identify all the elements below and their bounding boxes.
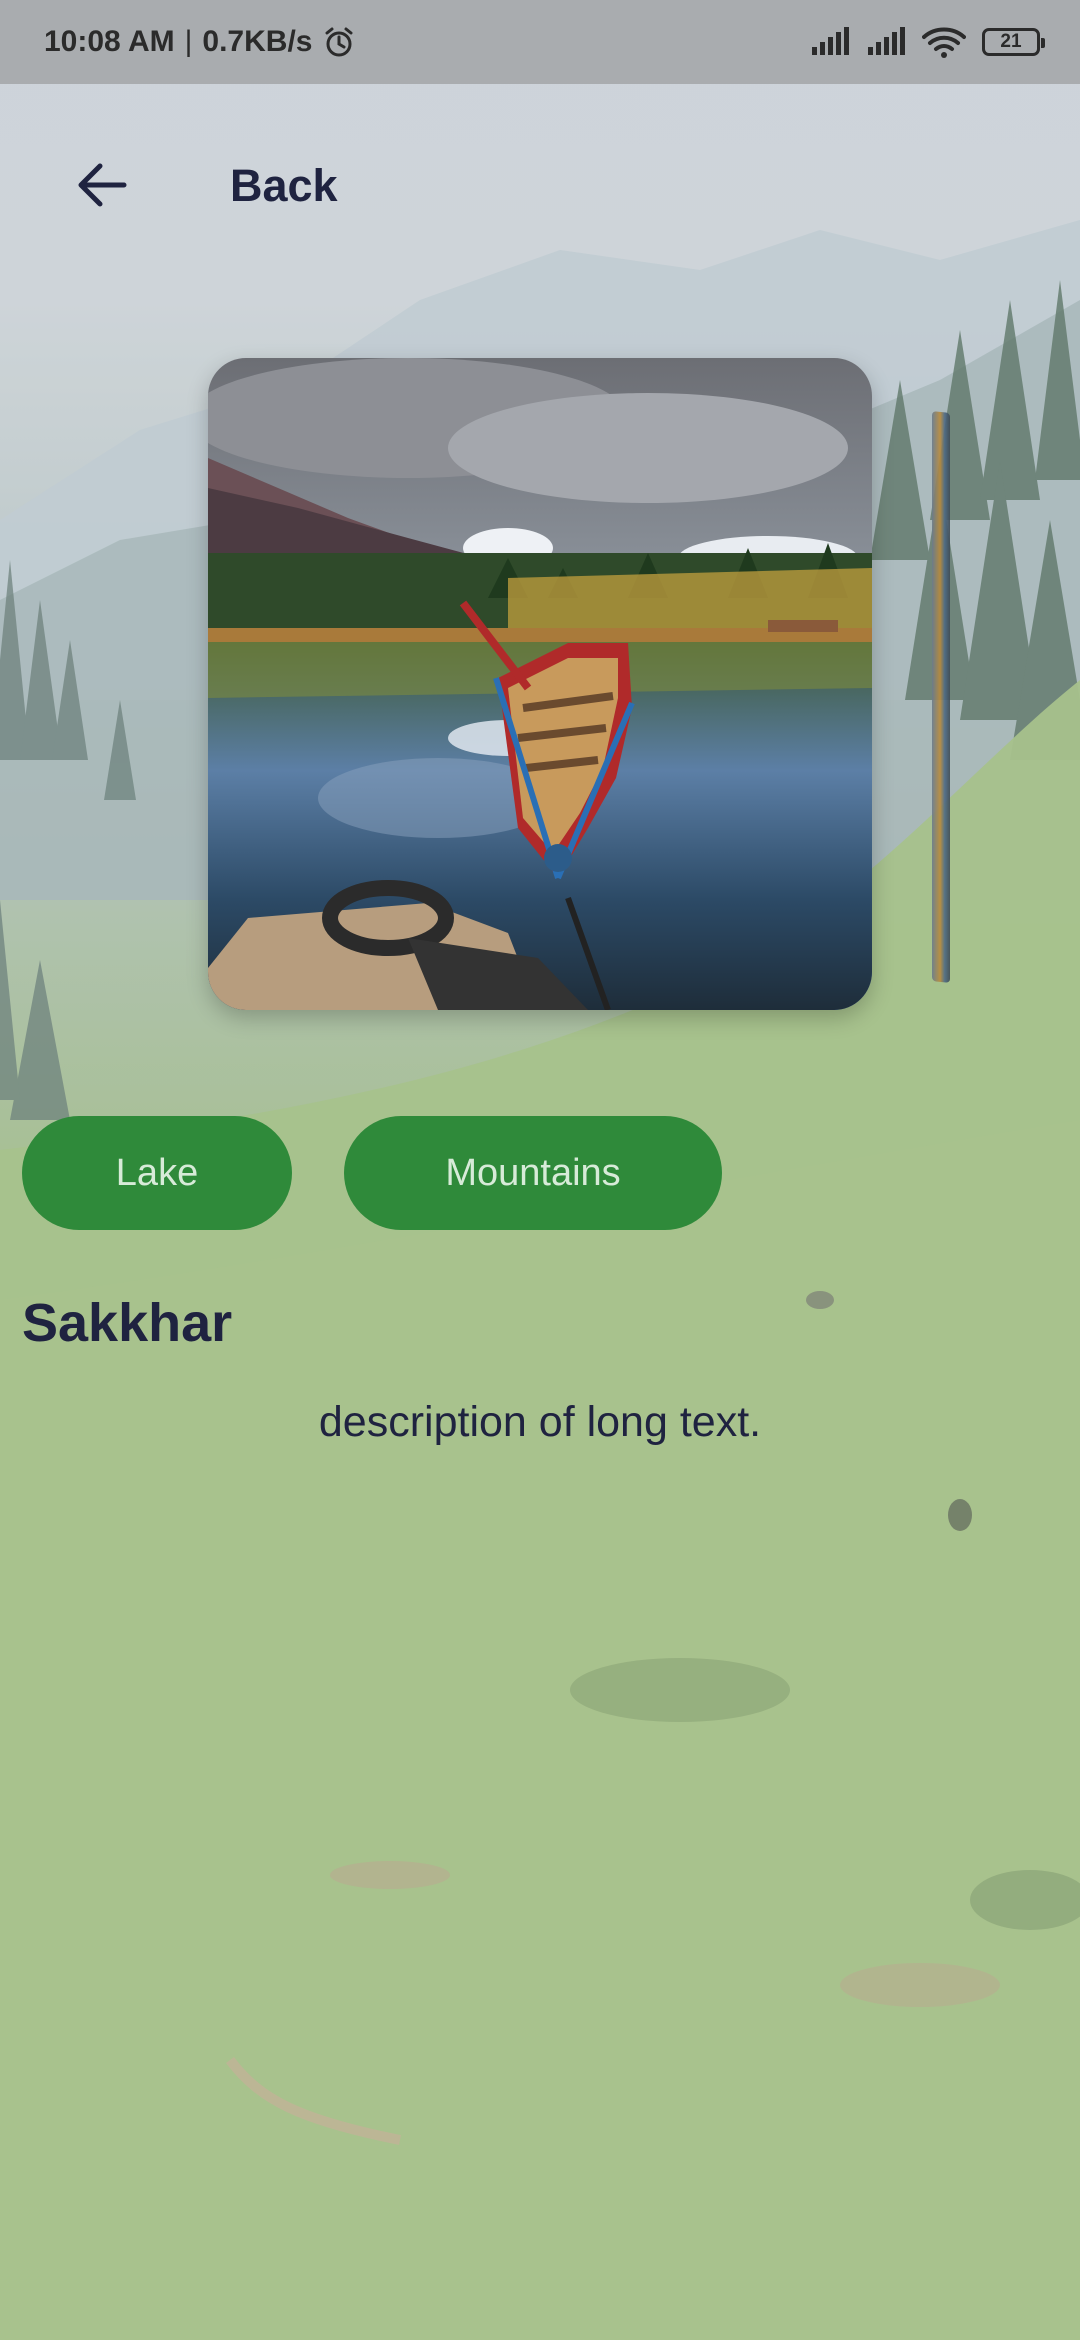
place-description: description of long text. (318, 1398, 762, 1446)
wifi-icon (922, 25, 966, 59)
lake-boat-photo (208, 358, 872, 1010)
place-image[interactable] (208, 358, 872, 1010)
back-button[interactable] (64, 152, 140, 218)
back-title[interactable]: Back (230, 160, 338, 212)
chip-mountains[interactable]: Mountains (344, 1116, 722, 1230)
header: Back (0, 140, 1080, 230)
chip-label: Mountains (445, 1151, 621, 1194)
status-separator: | (184, 25, 193, 58)
next-image-peek[interactable] (932, 411, 950, 983)
arrow-left-icon (76, 162, 128, 208)
chip-label: Lake (115, 1151, 199, 1194)
signal-icon (810, 27, 850, 57)
battery-level: 21 (1000, 31, 1022, 52)
place-title: Sakkhar (22, 1293, 233, 1353)
status-right: 21 (810, 25, 1045, 59)
battery-icon: 21 (982, 28, 1045, 56)
chip-lake[interactable]: Lake (22, 1116, 292, 1230)
status-bar: 10:08 AM | 0.7KB/s 21 (0, 0, 1080, 84)
category-chips: Lake Mountains (22, 1116, 722, 1230)
alarm-icon (322, 25, 356, 59)
status-time: 10:08 AM (44, 25, 175, 58)
signal-icon (866, 27, 906, 57)
status-left: 10:08 AM | 0.7KB/s (44, 25, 356, 59)
status-network-speed: 0.7KB/s (202, 25, 313, 58)
